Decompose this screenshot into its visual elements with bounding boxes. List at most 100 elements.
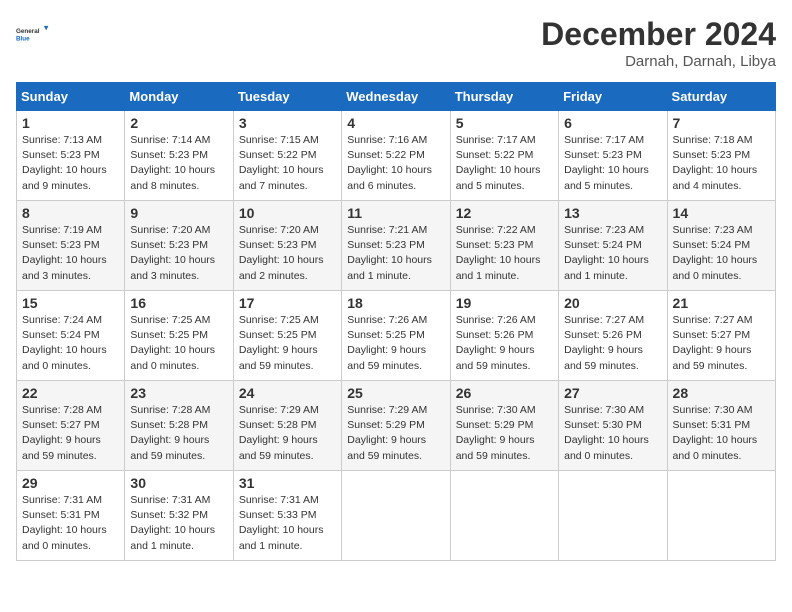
day-number: 9 bbox=[130, 205, 227, 221]
location: Darnah, Darnah, Libya bbox=[541, 53, 776, 70]
col-monday: Monday bbox=[125, 83, 233, 111]
table-row: 25 Sunrise: 7:29 AMSunset: 5:29 PMDaylig… bbox=[342, 381, 450, 471]
day-info: Sunrise: 7:28 AMSunset: 5:28 PMDaylight:… bbox=[130, 403, 227, 464]
col-sunday: Sunday bbox=[17, 83, 125, 111]
day-info: Sunrise: 7:23 AMSunset: 5:24 PMDaylight:… bbox=[564, 223, 661, 284]
day-info: Sunrise: 7:31 AMSunset: 5:32 PMDaylight:… bbox=[130, 493, 227, 554]
table-row: 16 Sunrise: 7:25 AMSunset: 5:25 PMDaylig… bbox=[125, 291, 233, 381]
day-info: Sunrise: 7:30 AMSunset: 5:31 PMDaylight:… bbox=[673, 403, 770, 464]
day-number: 30 bbox=[130, 475, 227, 491]
calendar-table: Sunday Monday Tuesday Wednesday Thursday… bbox=[16, 82, 776, 561]
day-number: 22 bbox=[22, 385, 119, 401]
table-row: 15 Sunrise: 7:24 AMSunset: 5:24 PMDaylig… bbox=[17, 291, 125, 381]
table-row: 2 Sunrise: 7:14 AMSunset: 5:23 PMDayligh… bbox=[125, 111, 233, 201]
day-number: 13 bbox=[564, 205, 661, 221]
day-number: 28 bbox=[673, 385, 770, 401]
day-number: 25 bbox=[347, 385, 444, 401]
day-info: Sunrise: 7:21 AMSunset: 5:23 PMDaylight:… bbox=[347, 223, 444, 284]
table-row: 30 Sunrise: 7:31 AMSunset: 5:32 PMDaylig… bbox=[125, 471, 233, 561]
table-row: 14 Sunrise: 7:23 AMSunset: 5:24 PMDaylig… bbox=[667, 201, 775, 291]
col-saturday: Saturday bbox=[667, 83, 775, 111]
day-number: 7 bbox=[673, 115, 770, 131]
empty-cell bbox=[450, 471, 558, 561]
table-row: 21 Sunrise: 7:27 AMSunset: 5:27 PMDaylig… bbox=[667, 291, 775, 381]
calendar-row: 29 Sunrise: 7:31 AMSunset: 5:31 PMDaylig… bbox=[17, 471, 776, 561]
svg-text:Blue: Blue bbox=[16, 35, 30, 42]
day-info: Sunrise: 7:26 AMSunset: 5:25 PMDaylight:… bbox=[347, 313, 444, 374]
day-info: Sunrise: 7:31 AMSunset: 5:31 PMDaylight:… bbox=[22, 493, 119, 554]
day-info: Sunrise: 7:27 AMSunset: 5:26 PMDaylight:… bbox=[564, 313, 661, 374]
day-number: 14 bbox=[673, 205, 770, 221]
day-info: Sunrise: 7:30 AMSunset: 5:30 PMDaylight:… bbox=[564, 403, 661, 464]
day-number: 17 bbox=[239, 295, 336, 311]
day-number: 12 bbox=[456, 205, 553, 221]
day-info: Sunrise: 7:17 AMSunset: 5:22 PMDaylight:… bbox=[456, 133, 553, 194]
day-info: Sunrise: 7:18 AMSunset: 5:23 PMDaylight:… bbox=[673, 133, 770, 194]
day-info: Sunrise: 7:29 AMSunset: 5:28 PMDaylight:… bbox=[239, 403, 336, 464]
day-number: 15 bbox=[22, 295, 119, 311]
day-number: 23 bbox=[130, 385, 227, 401]
day-info: Sunrise: 7:24 AMSunset: 5:24 PMDaylight:… bbox=[22, 313, 119, 374]
header-row: Sunday Monday Tuesday Wednesday Thursday… bbox=[17, 83, 776, 111]
day-info: Sunrise: 7:25 AMSunset: 5:25 PMDaylight:… bbox=[239, 313, 336, 374]
day-number: 29 bbox=[22, 475, 119, 491]
day-info: Sunrise: 7:16 AMSunset: 5:22 PMDaylight:… bbox=[347, 133, 444, 194]
table-row: 18 Sunrise: 7:26 AMSunset: 5:25 PMDaylig… bbox=[342, 291, 450, 381]
table-row: 20 Sunrise: 7:27 AMSunset: 5:26 PMDaylig… bbox=[559, 291, 667, 381]
calendar-row: 22 Sunrise: 7:28 AMSunset: 5:27 PMDaylig… bbox=[17, 381, 776, 471]
logo-icon: General Blue bbox=[16, 16, 52, 52]
day-number: 26 bbox=[456, 385, 553, 401]
table-row: 5 Sunrise: 7:17 AMSunset: 5:22 PMDayligh… bbox=[450, 111, 558, 201]
calendar-row: 1 Sunrise: 7:13 AMSunset: 5:23 PMDayligh… bbox=[17, 111, 776, 201]
table-row: 29 Sunrise: 7:31 AMSunset: 5:31 PMDaylig… bbox=[17, 471, 125, 561]
day-number: 16 bbox=[130, 295, 227, 311]
empty-cell bbox=[342, 471, 450, 561]
day-info: Sunrise: 7:29 AMSunset: 5:29 PMDaylight:… bbox=[347, 403, 444, 464]
day-info: Sunrise: 7:26 AMSunset: 5:26 PMDaylight:… bbox=[456, 313, 553, 374]
day-number: 5 bbox=[456, 115, 553, 131]
day-number: 3 bbox=[239, 115, 336, 131]
day-info: Sunrise: 7:31 AMSunset: 5:33 PMDaylight:… bbox=[239, 493, 336, 554]
day-info: Sunrise: 7:17 AMSunset: 5:23 PMDaylight:… bbox=[564, 133, 661, 194]
day-number: 20 bbox=[564, 295, 661, 311]
table-row: 22 Sunrise: 7:28 AMSunset: 5:27 PMDaylig… bbox=[17, 381, 125, 471]
page-header: General Blue December 2024 Darnah, Darna… bbox=[16, 16, 776, 70]
svg-text:General: General bbox=[16, 28, 40, 35]
day-number: 6 bbox=[564, 115, 661, 131]
table-row: 11 Sunrise: 7:21 AMSunset: 5:23 PMDaylig… bbox=[342, 201, 450, 291]
day-number: 21 bbox=[673, 295, 770, 311]
day-number: 18 bbox=[347, 295, 444, 311]
month-title: December 2024 bbox=[541, 16, 776, 53]
title-block: December 2024 Darnah, Darnah, Libya bbox=[541, 16, 776, 70]
day-number: 31 bbox=[239, 475, 336, 491]
table-row: 10 Sunrise: 7:20 AMSunset: 5:23 PMDaylig… bbox=[233, 201, 341, 291]
table-row: 19 Sunrise: 7:26 AMSunset: 5:26 PMDaylig… bbox=[450, 291, 558, 381]
empty-cell bbox=[559, 471, 667, 561]
day-info: Sunrise: 7:19 AMSunset: 5:23 PMDaylight:… bbox=[22, 223, 119, 284]
day-number: 10 bbox=[239, 205, 336, 221]
table-row: 28 Sunrise: 7:30 AMSunset: 5:31 PMDaylig… bbox=[667, 381, 775, 471]
table-row: 24 Sunrise: 7:29 AMSunset: 5:28 PMDaylig… bbox=[233, 381, 341, 471]
empty-cell bbox=[667, 471, 775, 561]
calendar-row: 8 Sunrise: 7:19 AMSunset: 5:23 PMDayligh… bbox=[17, 201, 776, 291]
col-friday: Friday bbox=[559, 83, 667, 111]
table-row: 17 Sunrise: 7:25 AMSunset: 5:25 PMDaylig… bbox=[233, 291, 341, 381]
table-row: 7 Sunrise: 7:18 AMSunset: 5:23 PMDayligh… bbox=[667, 111, 775, 201]
table-row: 23 Sunrise: 7:28 AMSunset: 5:28 PMDaylig… bbox=[125, 381, 233, 471]
day-info: Sunrise: 7:25 AMSunset: 5:25 PMDaylight:… bbox=[130, 313, 227, 374]
day-number: 1 bbox=[22, 115, 119, 131]
day-info: Sunrise: 7:20 AMSunset: 5:23 PMDaylight:… bbox=[130, 223, 227, 284]
col-thursday: Thursday bbox=[450, 83, 558, 111]
day-number: 4 bbox=[347, 115, 444, 131]
day-info: Sunrise: 7:30 AMSunset: 5:29 PMDaylight:… bbox=[456, 403, 553, 464]
day-number: 8 bbox=[22, 205, 119, 221]
day-number: 2 bbox=[130, 115, 227, 131]
col-tuesday: Tuesday bbox=[233, 83, 341, 111]
day-info: Sunrise: 7:28 AMSunset: 5:27 PMDaylight:… bbox=[22, 403, 119, 464]
day-number: 19 bbox=[456, 295, 553, 311]
table-row: 8 Sunrise: 7:19 AMSunset: 5:23 PMDayligh… bbox=[17, 201, 125, 291]
day-info: Sunrise: 7:23 AMSunset: 5:24 PMDaylight:… bbox=[673, 223, 770, 284]
table-row: 26 Sunrise: 7:30 AMSunset: 5:29 PMDaylig… bbox=[450, 381, 558, 471]
logo: General Blue bbox=[16, 16, 52, 52]
day-info: Sunrise: 7:27 AMSunset: 5:27 PMDaylight:… bbox=[673, 313, 770, 374]
